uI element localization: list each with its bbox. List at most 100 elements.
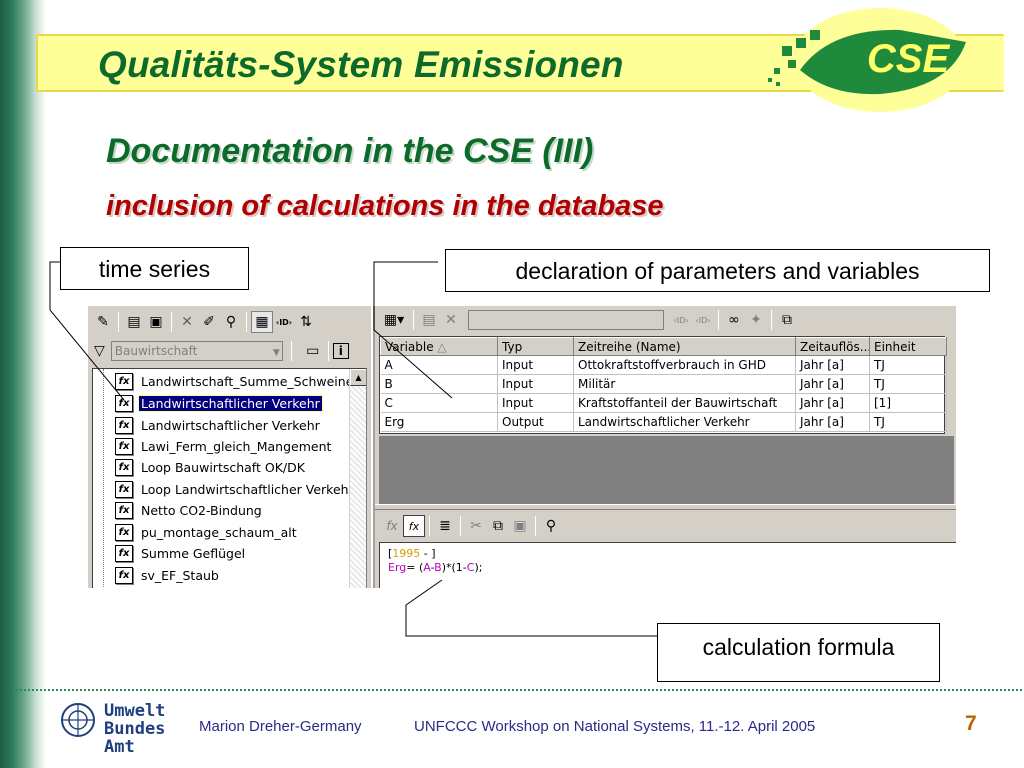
- calculation-list-panel: ✎ ▤ ▣ ✕ ✐ ⚲ ▦ ‹ID› ⇅ ▽ Bauwirtschaft ▼ ▭…: [88, 306, 371, 588]
- callout-declaration: declaration of parameters and variables: [445, 249, 990, 292]
- new-document-icon[interactable]: ▤: [123, 311, 145, 333]
- function-icon: fx: [115, 523, 133, 541]
- formula-line-1: [1995 - ]: [388, 547, 436, 560]
- footer-divider: [12, 689, 1022, 691]
- variables-panel: ▦▾ ▤ ✕ ‹ID› ‹ID› ∞ ✦ ⧉ Variable △ Typ Ze…: [373, 306, 956, 588]
- grid-menu-icon[interactable]: ▦▾: [379, 309, 409, 331]
- copy-icon[interactable]: ⧉: [776, 309, 798, 331]
- sort-asc-icon: △: [437, 339, 447, 354]
- formula-toolbar: fx fx ≣ ✂ ⧉ ▣ ⚲: [375, 512, 956, 540]
- save-icon[interactable]: ▣: [145, 311, 167, 333]
- table-row[interactable]: Erg Output Landwirtschaftlicher Verkehr …: [380, 412, 947, 432]
- list-item-label: Landwirtschaftlicher Verkehr: [138, 394, 323, 412]
- wand-icon[interactable]: ✦: [745, 309, 767, 331]
- list-item-label: pu_montage_schaum_alt: [141, 524, 297, 540]
- list-item[interactable]: fx Landwirtschaft_Summe_Schweine: [115, 371, 355, 391]
- list-item-label: Summe Geflügel: [141, 545, 246, 561]
- glasses-icon[interactable]: ∞: [723, 309, 745, 331]
- column-header-einheit[interactable]: Einheit: [869, 337, 947, 356]
- function-icon: fx: [115, 394, 133, 412]
- formula-line-2: Erg= (A-B)*(1-C);: [388, 561, 483, 574]
- uba-logo-text: Umwelt Bundes Amt: [104, 701, 166, 757]
- binoculars-formula-icon[interactable]: ⚲: [540, 515, 562, 537]
- list-item[interactable]: fx Summe Geflügel: [115, 543, 247, 563]
- list-item-label: Netto CO2-Bindung: [141, 502, 262, 518]
- function-active-icon[interactable]: fx: [403, 515, 425, 537]
- list-item[interactable]: fx Lawi_Ferm_gleich_Mangement: [115, 436, 333, 456]
- function-icon: fx: [115, 544, 133, 562]
- table-row[interactable]: A Input Ottokraftstoffverbrauch in GHD J…: [380, 355, 947, 375]
- list-item[interactable]: fx Loop Bauwirtschaft OK/DK: [115, 457, 307, 477]
- function-icon: fx: [115, 566, 133, 584]
- list-item-selected[interactable]: fx Landwirtschaftlicher Verkehr: [115, 393, 323, 413]
- left-green-stripe: [0, 0, 46, 768]
- empty-area: [379, 436, 954, 504]
- header-title: Qualitäts-System Emissionen: [98, 44, 624, 85]
- chevron-down-icon: ▼: [272, 348, 280, 358]
- edit-icon[interactable]: ✐: [198, 311, 220, 333]
- function-icon: fx: [115, 480, 133, 498]
- folder-icon[interactable]: ▭: [302, 340, 324, 362]
- calculation-list[interactable]: fx Landwirtschaft_Summe_Schweine fx Land…: [92, 368, 367, 588]
- table-row[interactable]: C Input Kraftstoffanteil der Bauwirtscha…: [380, 393, 947, 413]
- list-item-label: Loop Landwirtschaftlicher Verkehr OK: [141, 481, 367, 497]
- info-icon[interactable]: i: [332, 343, 349, 359]
- slide-subtitle: inclusion of calculations in the databas…: [106, 190, 664, 222]
- list-item[interactable]: fx Netto CO2-Bindung: [115, 500, 264, 520]
- list-item-label: Landwirtschaft_Summe_Schweine: [141, 373, 354, 389]
- column-header-zeitreihe[interactable]: Zeitreihe (Name): [573, 337, 796, 356]
- formula-editor[interactable]: [1995 - ] Erg= (A-B)*(1-C);: [379, 542, 956, 588]
- function-icon: fx: [115, 437, 133, 455]
- un-emblem-icon: [61, 703, 95, 737]
- sort-icon[interactable]: ⇅: [295, 311, 317, 333]
- footer-event: UNFCCC Workshop on National Systems, 11.…: [414, 718, 816, 735]
- function-icon: fx: [115, 501, 133, 519]
- table-row[interactable]: B Input Militär Jahr [a] TJ: [380, 374, 947, 394]
- filter-row: ▽ Bauwirtschaft ▼ ▭ i: [94, 339, 349, 363]
- column-header-variable[interactable]: Variable △: [380, 337, 498, 356]
- remove-id-icon[interactable]: ‹ID›: [692, 309, 714, 331]
- list-item-label: Loop Bauwirtschaft OK/DK: [141, 459, 305, 475]
- function-icon: fx: [115, 372, 133, 390]
- new-variable-icon[interactable]: ▤: [418, 309, 440, 331]
- variable-name-field[interactable]: [468, 310, 664, 330]
- copy-formula-icon[interactable]: ⧉: [487, 515, 509, 537]
- list-format-icon[interactable]: ≣: [434, 515, 456, 537]
- cut-icon[interactable]: ✂: [465, 515, 487, 537]
- table-icon[interactable]: ▦: [251, 311, 273, 333]
- list-item[interactable]: fx pu_montage_schaum_alt: [115, 522, 299, 542]
- binoculars-icon[interactable]: ⚲: [220, 311, 242, 333]
- footer-author: Marion Dreher-Germany: [199, 718, 362, 735]
- pencil-icon[interactable]: ✎: [92, 311, 114, 333]
- variables-table: Variable △ Typ Zeitreihe (Name) Zeitaufl…: [379, 336, 947, 434]
- panel-splitter[interactable]: [375, 504, 956, 510]
- paste-icon[interactable]: ▣: [509, 515, 531, 537]
- filter-combo[interactable]: Bauwirtschaft ▼: [110, 341, 283, 361]
- page-number: 7: [965, 712, 977, 735]
- list-item-label: Lawi_Ferm_gleich_Mangement: [141, 438, 332, 454]
- delete-variable-icon[interactable]: ✕: [440, 309, 462, 331]
- list-item[interactable]: fx Loop Landwirtschaftlicher Verkehr OK: [115, 479, 367, 499]
- table-header-row: Variable △ Typ Zeitreihe (Name) Zeitaufl…: [380, 337, 947, 356]
- callout-formula: calculation formula: [657, 623, 940, 682]
- function-icon: fx: [115, 416, 133, 434]
- column-header-zeitaufloesung[interactable]: Zeitauflös...: [795, 337, 870, 356]
- delete-icon[interactable]: ✕: [176, 311, 198, 333]
- list-toolbar: ✎ ▤ ▣ ✕ ✐ ⚲ ▦ ‹ID› ⇅: [92, 308, 317, 336]
- list-scrollbar[interactable]: ▲: [349, 369, 366, 588]
- list-item-label: Landwirtschaftlicher Verkehr: [141, 417, 320, 433]
- list-item-label: sv_EF_Staub: [141, 567, 219, 583]
- scroll-up-icon[interactable]: ▲: [350, 369, 366, 386]
- list-item[interactable]: fx Landwirtschaftlicher Verkehr: [115, 415, 322, 435]
- function-gray-icon[interactable]: fx: [381, 515, 403, 537]
- filter-value: Bauwirtschaft: [114, 344, 198, 358]
- variables-toolbar: ▦▾ ▤ ✕ ‹ID› ‹ID› ∞ ✦ ⧉: [375, 306, 956, 334]
- column-header-typ[interactable]: Typ: [497, 337, 574, 356]
- add-id-icon[interactable]: ‹ID›: [670, 309, 692, 331]
- logo-text: CSE: [867, 37, 951, 81]
- callout-time-series: time series: [60, 247, 249, 290]
- slide-title: Documentation in the CSE (III): [106, 132, 594, 170]
- id-icon[interactable]: ‹ID›: [273, 311, 295, 333]
- filter-icon[interactable]: ▽: [94, 343, 105, 359]
- list-item[interactable]: fx sv_EF_Staub: [115, 565, 221, 585]
